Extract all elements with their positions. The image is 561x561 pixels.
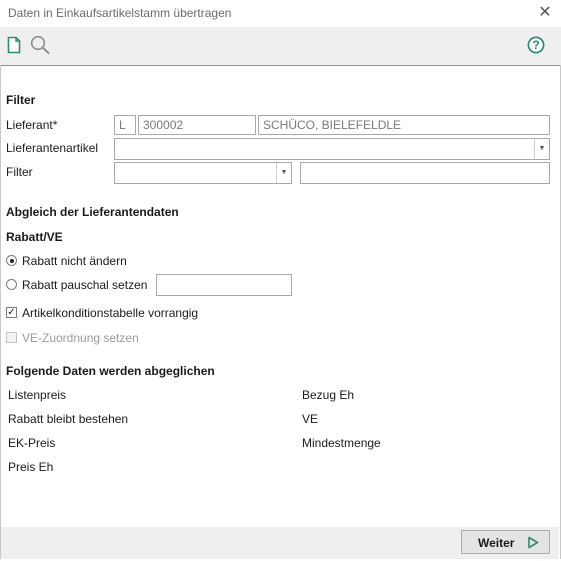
chevron-down-icon[interactable]: ▼ [276, 163, 291, 183]
lieferant-label: Lieferant* [6, 118, 58, 132]
rabatt-pauschal-input[interactable] [156, 274, 292, 296]
list-item-left: Preis Eh [8, 460, 54, 474]
filter-heading: Filter [6, 93, 36, 107]
list-item-left: Rabatt bleibt bestehen [8, 412, 129, 426]
radio-rabatt-nicht-aendern[interactable] [6, 255, 17, 266]
rabatt-heading: Rabatt/VE [6, 230, 63, 244]
list-item-left: EK-Preis [8, 436, 56, 450]
lieferantenartikel-dropdown[interactable]: ▼ [114, 138, 550, 160]
lieferant-number-field[interactable]: 300002 [138, 115, 256, 135]
weiter-label: Weiter [478, 536, 515, 550]
play-arrow-icon [528, 536, 539, 549]
weiter-button[interactable]: Weiter [461, 530, 550, 554]
list-item-right: Mindestmenge [302, 436, 381, 450]
filter-text-input[interactable] [300, 162, 550, 184]
window-title: Daten in Einkaufsartikelstamm übertragen [8, 6, 232, 20]
radio-rabatt-pauschal-label[interactable]: Rabatt pauschal setzen [22, 278, 147, 292]
lieferant-name-field: SCHÜCO, BIELEFELDLE [258, 115, 550, 135]
search-icon[interactable] [30, 35, 52, 55]
check-artikelkonditionstabelle-label[interactable]: Artikelkonditionstabelle vorrangig [22, 306, 198, 320]
lieferantenartikel-label: Lieferantenartikel [6, 141, 99, 155]
chevron-down-icon[interactable]: ▼ [534, 139, 549, 159]
new-document-icon[interactable] [7, 36, 21, 54]
list-item-right: VE [302, 412, 319, 426]
list-item-right: Bezug Eh [302, 388, 355, 402]
radio-rabatt-nicht-aendern-label[interactable]: Rabatt nicht ändern [22, 254, 127, 268]
help-icon[interactable]: ? [527, 36, 545, 54]
check-artikelkonditionstabelle[interactable]: ✓ [6, 307, 17, 318]
data-list-heading: Folgende Daten werden abgeglichen [6, 364, 215, 378]
close-icon[interactable]: ✕ [537, 4, 553, 22]
radio-rabatt-pauschal[interactable] [6, 279, 17, 290]
check-ve-zuordnung-label: VE-Zuordnung setzen [22, 331, 139, 345]
filter-select[interactable]: ▼ [114, 162, 292, 184]
toolbar [0, 27, 561, 66]
check-ve-zuordnung [6, 332, 17, 343]
lieferant-prefix-field[interactable]: L [114, 115, 136, 135]
filter-label: Filter [6, 165, 33, 179]
abgleich-heading: Abgleich der Lieferantendaten [6, 205, 179, 219]
help-glyph: ? [532, 38, 540, 52]
checkmark-icon: ✓ [7, 307, 16, 318]
list-item-left: Listenpreis [8, 388, 67, 402]
